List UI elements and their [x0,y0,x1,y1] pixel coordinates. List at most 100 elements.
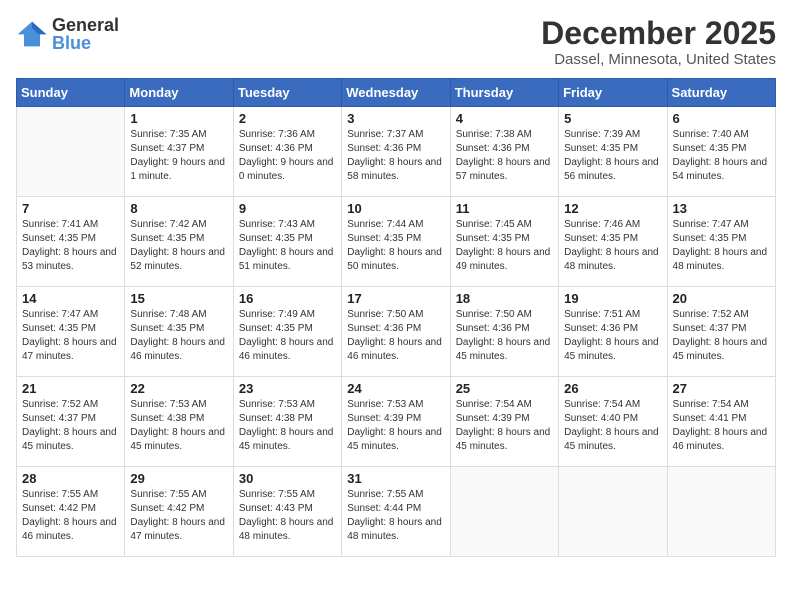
calendar-day-cell: 15 Sunrise: 7:48 AMSunset: 4:35 PMDayligh… [125,287,233,377]
day-number: 7 [22,201,119,216]
calendar-day-cell: 9Sunrise: 7:43 AMSunset: 4:35 PMDaylight… [233,197,341,287]
day-number: 28 [22,471,119,486]
day-info: Sunrise: 7:40 AMSunset: 4:35 PMDaylight:… [673,128,770,184]
day-number: 18 [456,291,553,306]
day-number: 27 [673,381,770,396]
day-info: Sunrise: 7:53 AMSunset: 4:38 PMDaylight:… [239,398,336,454]
logo-general: General [52,16,119,34]
calendar-day-cell: 24 Sunrise: 7:53 AMSunset: 4:39 PMDayligh… [342,377,450,467]
day-number: 29 [130,471,227,486]
logo-icon [16,20,48,48]
day-info: Sunrise: 7:53 AMSunset: 4:39 PMDaylight:… [347,398,444,454]
calendar-day-cell: 25 Sunrise: 7:54 AMSunset: 4:39 PMDayligh… [450,377,558,467]
calendar-day-cell: 29 Sunrise: 7:55 AMSunset: 4:42 PMDayligh… [125,467,233,557]
day-number: 6 [673,111,770,126]
day-info: Sunrise: 7:38 AMSunset: 4:36 PMDaylight:… [456,128,553,184]
day-info: Sunrise: 7:54 AMSunset: 4:40 PMDaylight:… [564,398,661,454]
calendar-day-cell: 27 Sunrise: 7:54 AMSunset: 4:41 PMDayligh… [667,377,775,467]
day-number: 3 [347,111,444,126]
day-number: 30 [239,471,336,486]
day-info: Sunrise: 7:36 AMSunset: 4:36 PMDaylight:… [239,128,336,184]
calendar-day-cell: 22 Sunrise: 7:53 AMSunset: 4:38 PMDayligh… [125,377,233,467]
day-number: 10 [347,201,444,216]
calendar-day-cell: 31 Sunrise: 7:55 AMSunset: 4:44 PMDayligh… [342,467,450,557]
calendar-day-cell: 1 Sunrise: 7:35 AMSunset: 4:37 PMDaylight… [125,107,233,197]
calendar-day-cell: 23Sunrise: 7:53 AMSunset: 4:38 PMDayligh… [233,377,341,467]
weekday-header-tuesday: Tuesday [233,79,341,107]
day-info: Sunrise: 7:39 AMSunset: 4:35 PMDaylight:… [564,128,661,184]
day-number: 14 [22,291,119,306]
calendar-empty-cell [667,467,775,557]
day-info: Sunrise: 7:47 AMSunset: 4:35 PMDaylight:… [673,218,770,274]
calendar-day-cell: 21Sunrise: 7:52 AMSunset: 4:37 PMDayligh… [17,377,125,467]
day-number: 12 [564,201,661,216]
day-number: 25 [456,381,553,396]
day-info: Sunrise: 7:50 AMSunset: 4:36 PMDaylight:… [347,308,444,364]
day-number: 1 [130,111,227,126]
day-info: Sunrise: 7:47 AMSunset: 4:35 PMDaylight:… [22,308,119,364]
calendar-week-row: 14 Sunrise: 7:47 AMSunset: 4:35 PMDayligh… [17,287,776,377]
day-info: Sunrise: 7:52 AMSunset: 4:37 PMDaylight:… [673,308,770,364]
calendar-day-cell: 13 Sunrise: 7:47 AMSunset: 4:35 PMDayligh… [667,197,775,287]
calendar-day-cell: 19Sunrise: 7:51 AMSunset: 4:36 PMDayligh… [559,287,667,377]
calendar-week-row: 1 Sunrise: 7:35 AMSunset: 4:37 PMDaylight… [17,107,776,197]
calendar-day-cell: 26 Sunrise: 7:54 AMSunset: 4:40 PMDayligh… [559,377,667,467]
calendar-day-cell: 20 Sunrise: 7:52 AMSunset: 4:37 PMDayligh… [667,287,775,377]
weekday-header-sunday: Sunday [17,79,125,107]
day-number: 4 [456,111,553,126]
calendar-week-row: 21Sunrise: 7:52 AMSunset: 4:37 PMDayligh… [17,377,776,467]
location-title: Dassel, Minnesota, United States [541,51,776,68]
calendar-day-cell: 7 Sunrise: 7:41 AMSunset: 4:35 PMDaylight… [17,197,125,287]
day-info: Sunrise: 7:35 AMSunset: 4:37 PMDaylight:… [130,128,227,184]
calendar-day-cell: 28 Sunrise: 7:55 AMSunset: 4:42 PMDayligh… [17,467,125,557]
day-info: Sunrise: 7:53 AMSunset: 4:38 PMDaylight:… [130,398,227,454]
day-info: Sunrise: 7:49 AMSunset: 4:35 PMDaylight:… [239,308,336,364]
calendar-day-cell: 14 Sunrise: 7:47 AMSunset: 4:35 PMDayligh… [17,287,125,377]
title-area: December 2025 Dassel, Minnesota, United … [541,16,776,68]
calendar-day-cell: 16 Sunrise: 7:49 AMSunset: 4:35 PMDayligh… [233,287,341,377]
day-info: Sunrise: 7:48 AMSunset: 4:35 PMDaylight:… [130,308,227,364]
day-info: Sunrise: 7:45 AMSunset: 4:35 PMDaylight:… [456,218,553,274]
calendar-day-cell: 8 Sunrise: 7:42 AMSunset: 4:35 PMDaylight… [125,197,233,287]
day-info: Sunrise: 7:55 AMSunset: 4:42 PMDaylight:… [22,488,119,544]
calendar-empty-cell [559,467,667,557]
day-number: 8 [130,201,227,216]
calendar-day-cell: 5 Sunrise: 7:39 AMSunset: 4:35 PMDaylight… [559,107,667,197]
day-number: 31 [347,471,444,486]
day-number: 13 [673,201,770,216]
weekday-header-row: SundayMondayTuesdayWednesdayThursdayFrid… [17,79,776,107]
day-info: Sunrise: 7:55 AMSunset: 4:43 PMDaylight:… [239,488,336,544]
day-info: Sunrise: 7:52 AMSunset: 4:37 PMDaylight:… [22,398,119,454]
day-info: Sunrise: 7:54 AMSunset: 4:41 PMDaylight:… [673,398,770,454]
day-number: 17 [347,291,444,306]
month-title: December 2025 [541,16,776,51]
calendar-week-row: 28 Sunrise: 7:55 AMSunset: 4:42 PMDayligh… [17,467,776,557]
day-info: Sunrise: 7:46 AMSunset: 4:35 PMDaylight:… [564,218,661,274]
day-number: 16 [239,291,336,306]
calendar-table: SundayMondayTuesdayWednesdayThursdayFrid… [16,78,776,557]
day-info: Sunrise: 7:37 AMSunset: 4:36 PMDaylight:… [347,128,444,184]
calendar-day-cell: 10Sunrise: 7:44 AMSunset: 4:35 PMDayligh… [342,197,450,287]
calendar-day-cell: 2Sunrise: 7:36 AMSunset: 4:36 PMDaylight… [233,107,341,197]
calendar-day-cell: 6 Sunrise: 7:40 AMSunset: 4:35 PMDaylight… [667,107,775,197]
day-info: Sunrise: 7:54 AMSunset: 4:39 PMDaylight:… [456,398,553,454]
day-info: Sunrise: 7:55 AMSunset: 4:44 PMDaylight:… [347,488,444,544]
calendar-empty-cell [450,467,558,557]
calendar-day-cell: 12 Sunrise: 7:46 AMSunset: 4:35 PMDayligh… [559,197,667,287]
day-info: Sunrise: 7:55 AMSunset: 4:42 PMDaylight:… [130,488,227,544]
calendar-empty-cell [17,107,125,197]
day-info: Sunrise: 7:42 AMSunset: 4:35 PMDaylight:… [130,218,227,274]
calendar-day-cell: 3 Sunrise: 7:37 AMSunset: 4:36 PMDaylight… [342,107,450,197]
calendar-week-row: 7 Sunrise: 7:41 AMSunset: 4:35 PMDaylight… [17,197,776,287]
day-number: 20 [673,291,770,306]
day-number: 11 [456,201,553,216]
day-number: 15 [130,291,227,306]
weekday-header-thursday: Thursday [450,79,558,107]
day-number: 26 [564,381,661,396]
day-number: 9 [239,201,336,216]
day-number: 22 [130,381,227,396]
day-number: 24 [347,381,444,396]
day-info: Sunrise: 7:41 AMSunset: 4:35 PMDaylight:… [22,218,119,274]
logo-blue: Blue [52,34,119,52]
day-number: 5 [564,111,661,126]
